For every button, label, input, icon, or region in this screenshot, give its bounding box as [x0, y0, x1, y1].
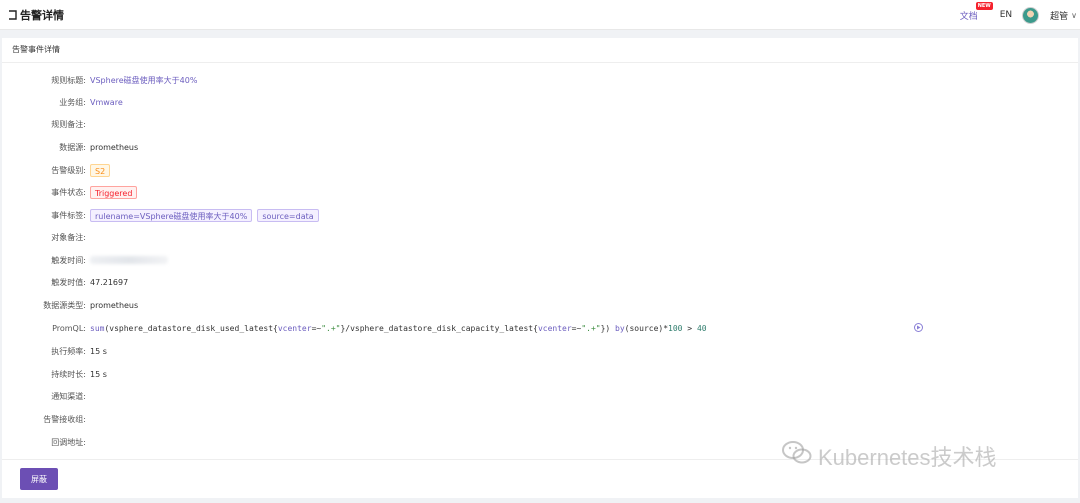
field-notify-channels: 通知渠道: [2, 388, 90, 404]
field-label: 业务组: [59, 97, 86, 107]
field-label: 告警接收组: [43, 414, 86, 424]
field-label: 规则标题: [51, 75, 86, 85]
wechat-icon [782, 440, 812, 472]
field-eval-interval: 执行频率: 15 s [2, 343, 107, 359]
avatar[interactable] [1022, 6, 1040, 24]
field-label: 事件标签: [51, 210, 86, 220]
datasource-value: prometheus [90, 142, 139, 152]
field-status: 事件状态: Triggered [2, 184, 142, 200]
field-trigger-time: 触发时间: [2, 252, 168, 268]
field-label: 告警级别: [51, 165, 86, 175]
new-badge: NEW [975, 1, 993, 10]
field-label: 通知渠道: [51, 391, 86, 401]
datasource-type-value: prometheus [90, 300, 139, 310]
trigger-time-value [90, 256, 168, 264]
field-label: 数据源类型: [43, 300, 86, 310]
field-promql: PromQL: sum(vsphere_datastore_disk_used_… [2, 320, 707, 336]
field-label: 数据源: [59, 142, 86, 152]
severity-tag: S2 [90, 163, 111, 177]
card-title: 告警事件详情 [2, 38, 1078, 63]
promql-query[interactable]: sum(vsphere_datastore_disk_used_latest{v… [90, 324, 707, 333]
alert-detail-card: 告警事件详情 规则标题: VSphere磁盘使用率大于40% 业务组: Vmwa… [2, 38, 1078, 498]
field-label: 对象备注: [51, 232, 86, 242]
docs-link[interactable]: 文档 NEW [960, 1, 993, 22]
field-label: 执行频率: [51, 346, 86, 356]
field-label: 触发时值: [51, 277, 86, 287]
duration-value: 15 s [90, 369, 107, 379]
field-callback: 回调地址: [2, 434, 90, 450]
back-icon[interactable] [6, 8, 18, 22]
field-target-note: 对象备注: [2, 229, 90, 245]
field-label: 事件状态: [51, 187, 86, 197]
page-title: 告警详情 [20, 8, 64, 22]
event-tag: rulename=VSphere磁盘使用率大于40% [90, 208, 253, 222]
play-icon[interactable] [914, 323, 923, 332]
username[interactable]: 超管 [1050, 9, 1068, 22]
field-duration: 持续时长: 15 s [2, 366, 107, 382]
field-severity: 告警级别: S2 [2, 162, 115, 178]
mute-button[interactable]: 屏蔽 [20, 468, 58, 490]
business-group-link[interactable]: Vmware [90, 98, 123, 107]
field-trigger-value: 触发时值: 47.21697 [2, 274, 128, 290]
field-rule-note: 规则备注: [2, 116, 90, 132]
trigger-value: 47.21697 [90, 277, 129, 287]
field-label: 持续时长: [51, 369, 86, 379]
field-rule-title: 规则标题: VSphere磁盘使用率大于40% [2, 72, 197, 88]
rule-title-link[interactable]: VSphere磁盘使用率大于40% [90, 75, 197, 86]
chevron-down-icon[interactable]: ∨ [1071, 11, 1077, 20]
field-label: 规则备注: [51, 119, 86, 129]
status-badge: Triggered [90, 185, 138, 199]
top-right-menu: 文档 NEW EN 超管 ∨ [960, 0, 1080, 30]
field-tags: 事件标签: rulename=VSphere磁盘使用率大于40% source=… [2, 207, 324, 223]
docs-label[interactable]: 文档 [960, 12, 978, 22]
field-datasource: 数据源: prometheus [2, 139, 138, 155]
event-tag: source=data [257, 208, 319, 222]
field-notify-groups: 告警接收组: [2, 411, 90, 427]
watermark-text: Kubernetes技术栈 [818, 445, 997, 470]
field-datasource-type: 数据源类型: prometheus [2, 297, 138, 313]
field-label: 触发时间: [51, 255, 86, 265]
field-label: 回调地址: [51, 437, 86, 447]
field-label: PromQL: [52, 323, 86, 333]
field-business-group: 业务组: Vmware [2, 94, 123, 110]
top-bar: 告警详情 文档 NEW EN 超管 ∨ [0, 0, 1080, 30]
watermark: Kubernetes技术栈 [782, 440, 997, 472]
language-switch[interactable]: EN [1000, 10, 1012, 20]
eval-interval-value: 15 s [90, 346, 107, 356]
